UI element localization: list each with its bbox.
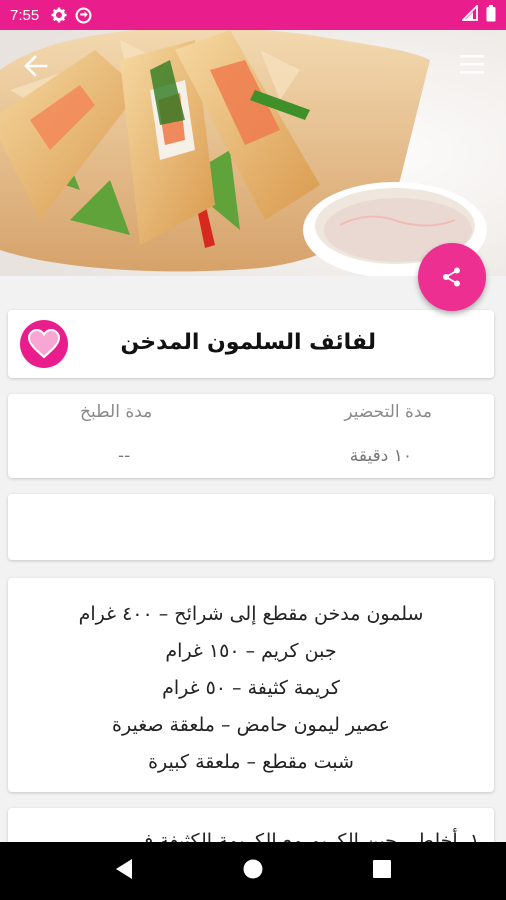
signal-icon (460, 3, 478, 25)
food-photo (0, 30, 506, 276)
ingredient-item: شبت مقطع – ملعقة كبيرة (148, 751, 354, 773)
menu-button[interactable] (458, 52, 486, 76)
prep-time-label: مدة التحضير (344, 402, 432, 422)
empty-info-card (8, 494, 494, 560)
time-info-card: مدة التحضير مدة الطبخ ١٠ دقيقة -- (8, 394, 494, 478)
ingredients-card: سلمون مدخن مقطع إلى شرائح – ٤٠٠ غرام جبن… (8, 578, 494, 792)
status-time: 7:55 (10, 6, 40, 24)
ingredient-item: سلمون مدخن مقطع إلى شرائح – ٤٠٠ غرام (78, 603, 424, 625)
nav-back-button[interactable] (114, 858, 134, 884)
recipe-title-card: لفائف السلمون المدخن (8, 310, 494, 378)
recipe-title: لفائف السلمون المدخن (120, 330, 376, 355)
sync-icon (75, 7, 92, 24)
status-bar: 7:55 (0, 0, 506, 30)
prep-time-value: ١٠ دقيقة (349, 446, 412, 466)
battery-icon (486, 4, 496, 26)
home-circle-icon (243, 859, 263, 879)
ingredient-item: عصير ليمون حامض – ملعقة صغيرة (112, 714, 390, 736)
recipe-hero-image (0, 30, 506, 276)
settings-icon (51, 7, 67, 23)
heart-icon (27, 329, 61, 359)
favorite-button[interactable] (20, 320, 68, 368)
nav-home-button[interactable] (242, 858, 264, 884)
arrow-left-icon (24, 55, 48, 77)
nav-recents-button[interactable] (372, 859, 392, 883)
share-button[interactable] (418, 243, 486, 311)
back-triangle-icon (116, 859, 132, 879)
recents-square-icon (373, 860, 391, 878)
system-nav-bar (0, 842, 506, 900)
ingredient-item: كريمة كثيفة – ٥٠ غرام (162, 677, 340, 699)
cook-time-value: -- (118, 446, 131, 466)
hamburger-menu-icon (460, 55, 484, 74)
ingredient-item: جبن كريم – ١٥٠ غرام (165, 640, 337, 662)
ingredients-list: سلمون مدخن مقطع إلى شرائح – ٤٠٠ غرام جبن… (8, 578, 494, 781)
back-button[interactable] (22, 52, 50, 80)
cook-time-label: مدة الطبخ (80, 402, 153, 422)
share-icon (443, 267, 460, 287)
